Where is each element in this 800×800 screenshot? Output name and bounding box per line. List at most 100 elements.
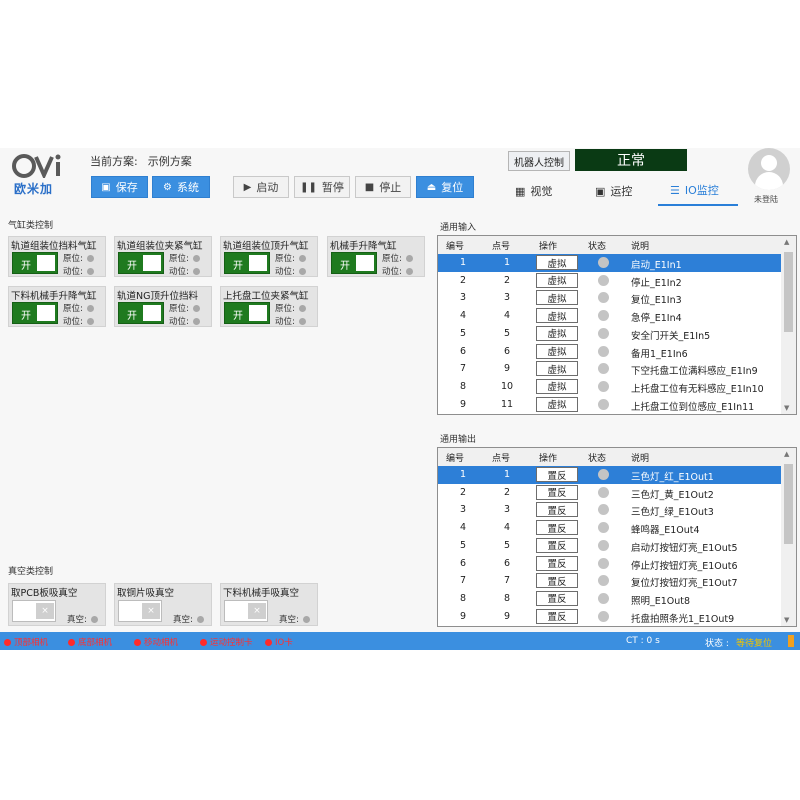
table-row[interactable]: 2 2 虚拟 停止_E1In2 — [438, 272, 781, 290]
cylinder-toggle[interactable]: 开 — [12, 302, 58, 324]
cylinder-card: 轨道组装位夹紧气缸 开 原位: 动位: — [114, 236, 212, 277]
cylinder-toggle[interactable]: 开 — [118, 252, 164, 274]
table-row[interactable]: 4 4 置反 蜂鸣器_E1Out4 — [438, 519, 781, 537]
row-state-led — [598, 345, 609, 357]
table-row[interactable]: 1 1 虚拟 启动_E1In1 — [438, 254, 781, 272]
table-row[interactable]: 8 10 虚拟 上托盘工位有无料感应_E1In10 — [438, 378, 781, 396]
action-sensor: 动位: — [169, 315, 200, 327]
row-number: 9 — [459, 610, 467, 622]
scroll-up-icon[interactable]: ▲ — [784, 238, 789, 246]
vacuum-card: 取PCB板吸真空 × 真空: — [8, 583, 106, 626]
vacuum-toggle[interactable]: × — [224, 600, 268, 622]
toggle-on-label: 开 — [21, 261, 31, 272]
col-no: 编号 — [446, 242, 465, 252]
row-action-button[interactable]: 虚拟 — [536, 396, 578, 412]
toggle-on-label: 开 — [127, 261, 137, 272]
row-action-button[interactable]: 置反 — [536, 590, 578, 606]
toggle-on-label: 开 — [233, 261, 243, 272]
table-row[interactable]: 1 1 置反 三色灯_红_E1Out1 — [438, 466, 781, 484]
table-row[interactable]: 6 6 置反 停止灯按钮灯亮_E1Out6 — [438, 555, 781, 573]
tab-io-monitor[interactable]: ☰ IO监控 — [658, 176, 738, 206]
row-action-button[interactable]: 虚拟 — [536, 308, 578, 324]
row-action-button[interactable]: 置反 — [536, 484, 578, 500]
action-label: 动位: — [63, 317, 83, 327]
start-button[interactable]: ▶ 启动 — [233, 176, 289, 198]
vacuum-toggle[interactable]: × — [118, 600, 162, 622]
tab-motion-label: 运控 — [610, 185, 633, 198]
row-action-button[interactable]: 置反 — [536, 573, 578, 589]
cylinder-toggle[interactable]: 开 — [12, 252, 58, 274]
row-point: 7 — [503, 575, 511, 587]
toggle-knob — [249, 255, 267, 271]
vacuum-toggle[interactable]: × — [12, 600, 56, 622]
vertical-scrollbar[interactable]: ▲ ▼ — [781, 448, 796, 626]
row-action-button[interactable]: 置反 — [536, 520, 578, 536]
robot-control-button[interactable]: 机器人控制 — [508, 151, 570, 171]
table-row[interactable]: 2 2 置反 三色灯_黄_E1Out2 — [438, 484, 781, 502]
row-action-button[interactable]: 置反 — [536, 467, 578, 482]
table-row[interactable]: 7 7 置反 复位灯按钮灯亮_E1Out7 — [438, 572, 781, 590]
status-bar: 顶部相机 底部相机 移动相机 运动控制卡 IO卡 CT : 0 s 状态 : 等… — [0, 632, 800, 650]
tab-motion[interactable]: ▣ 运控 — [595, 176, 655, 206]
scroll-up-icon[interactable]: ▲ — [784, 450, 789, 458]
row-action-button[interactable]: 置反 — [536, 608, 578, 624]
row-action-button[interactable]: 虚拟 — [536, 255, 578, 270]
cylinder-toggle[interactable]: 开 — [331, 252, 377, 274]
table-row[interactable]: 4 4 虚拟 急停_E1In4 — [438, 307, 781, 325]
cylinder-name: 轨道组装位顶升气缸 — [223, 241, 309, 252]
vacuum-card: 下料机械手吸真空 × 真空: — [220, 583, 318, 626]
row-action-button[interactable]: 置反 — [536, 537, 578, 553]
table-row[interactable]: 8 8 置反 照明_E1Out8 — [438, 590, 781, 608]
row-action-button[interactable]: 虚拟 — [536, 378, 578, 394]
table-row[interactable]: 3 3 置反 三色灯_绿_E1Out3 — [438, 501, 781, 519]
action-sensor: 动位: — [169, 265, 200, 277]
stop-button[interactable]: ■ 停止 — [355, 176, 411, 198]
row-action-button[interactable]: 置反 — [536, 555, 578, 571]
row-description: 托盘拍照条光1_E1Out9 — [631, 613, 735, 625]
alarm-dot-icon — [200, 639, 207, 646]
row-action-button[interactable]: 虚拟 — [536, 361, 578, 377]
row-number: 2 — [459, 486, 467, 498]
cylinder-toggle[interactable]: 开 — [224, 252, 270, 274]
reset-button[interactable]: ⏏ 复位 — [416, 176, 474, 198]
pause-button[interactable]: ❚❚ 暂停 — [294, 176, 350, 198]
row-action-button[interactable]: 虚拟 — [536, 290, 578, 306]
row-action-button[interactable]: 虚拟 — [536, 272, 578, 288]
scroll-down-icon[interactable]: ▼ — [784, 616, 789, 624]
scroll-thumb[interactable] — [784, 252, 793, 332]
col-desc: 说明 — [631, 242, 650, 252]
table-row[interactable]: 6 6 虚拟 备用1_E1In6 — [438, 343, 781, 361]
table-row[interactable]: 5 5 置反 启动灯按钮灯亮_E1Out5 — [438, 537, 781, 555]
action-sensor: 动位: — [275, 265, 306, 277]
action-label: 动位: — [275, 267, 295, 277]
table-row[interactable]: 5 5 虚拟 安全门开关_E1In5 — [438, 325, 781, 343]
row-description: 下空托盘工位满料感应_E1In9 — [631, 366, 758, 378]
row-action-button[interactable]: 虚拟 — [536, 325, 578, 341]
table-row[interactable]: 3 3 虚拟 复位_E1In3 — [438, 289, 781, 307]
row-number: 6 — [459, 557, 467, 569]
row-state-led — [598, 398, 609, 410]
cylinder-toggle[interactable]: 开 — [118, 302, 164, 324]
scroll-thumb[interactable] — [784, 464, 793, 544]
system-button[interactable]: ⚙ 系统 — [152, 176, 210, 198]
row-point: 4 — [503, 522, 511, 534]
tab-vision[interactable]: ▦ 视觉 — [515, 176, 575, 206]
origin-label: 原位: — [275, 254, 295, 264]
table-row[interactable]: 9 11 虚拟 上托盘工位到位感应_E1In11 — [438, 396, 781, 414]
table-row[interactable]: 9 9 置反 托盘拍照条光1_E1Out9 — [438, 608, 781, 626]
row-point: 6 — [503, 345, 511, 357]
scheme-value: 示例方案 — [147, 155, 192, 168]
row-action-button[interactable]: 虚拟 — [536, 343, 578, 359]
origin-label: 原位: — [382, 254, 402, 264]
scroll-down-icon[interactable]: ▼ — [784, 404, 789, 412]
table-row[interactable]: 7 9 虚拟 下空托盘工位满料感应_E1In9 — [438, 360, 781, 378]
vertical-scrollbar[interactable]: ▲ ▼ — [781, 236, 796, 414]
company-logo: 欧米加 — [12, 154, 74, 198]
cylinder-toggle[interactable]: 开 — [224, 302, 270, 324]
cylinder-card: 机械手升降气缸 开 原位: 动位: — [327, 236, 425, 277]
user-avatar[interactable] — [748, 148, 790, 190]
save-button[interactable]: ▣ 保存 — [91, 176, 148, 198]
row-action-button[interactable]: 置反 — [536, 502, 578, 518]
row-state-led — [598, 592, 609, 604]
origin-led — [192, 255, 200, 262]
